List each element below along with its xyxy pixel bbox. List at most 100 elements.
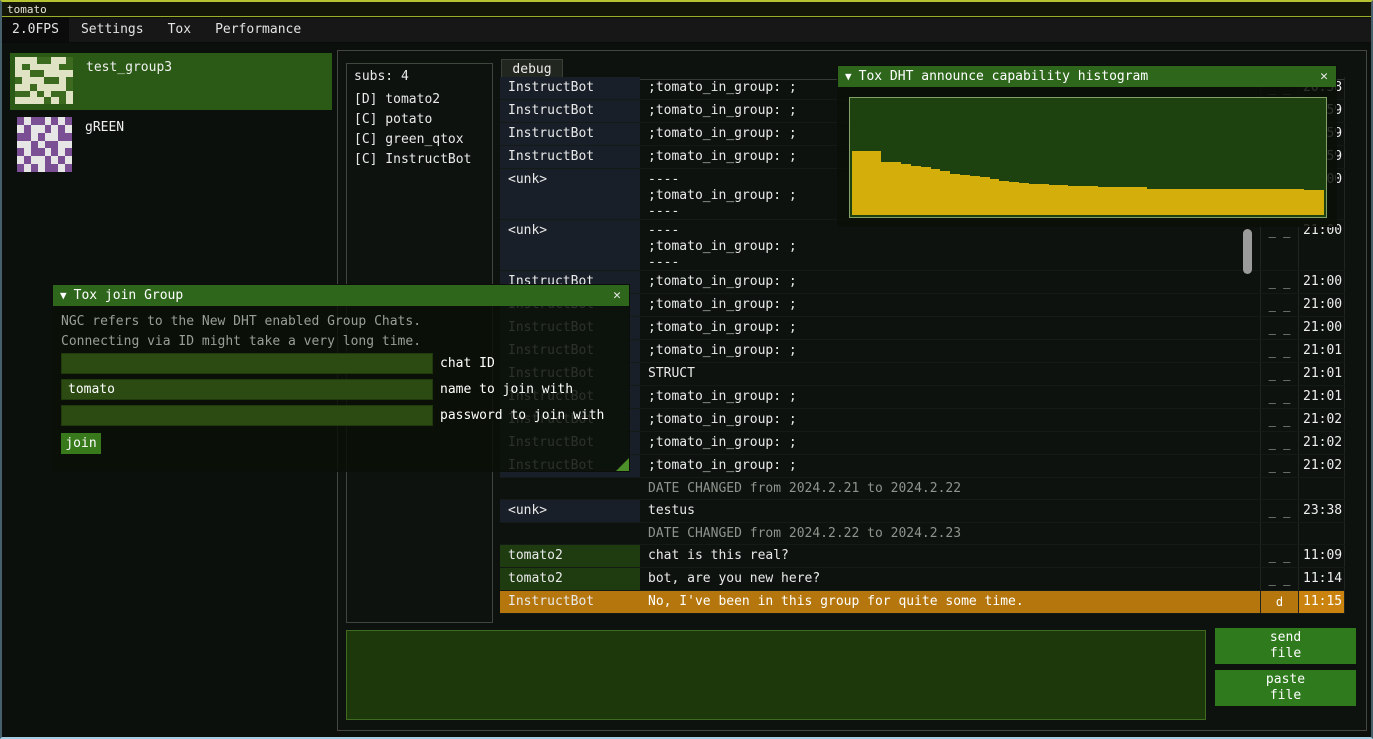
chat-message-row[interactable]: <unk>---- ;tomato_in_group: ; ----_ _21:…: [500, 220, 1345, 271]
histogram-bar: [1186, 189, 1196, 215]
subs-list-item[interactable]: [C] potato: [347, 110, 492, 130]
date-separator-row[interactable]: DATE CHANGED from 2024.2.21 to 2024.2.22: [500, 478, 1345, 500]
message-time: 21:00: [1298, 317, 1345, 339]
message-time: 23:38: [1298, 500, 1345, 522]
message-text: ;tomato_in_group: ;: [640, 340, 1260, 362]
message-status: _ _: [1260, 545, 1298, 567]
message-status: _ _: [1260, 340, 1298, 362]
join-button[interactable]: join: [61, 433, 101, 454]
message-author: [500, 478, 640, 499]
histogram-bar: [901, 164, 911, 215]
histogram-bar: [862, 151, 872, 215]
message-author: <unk>: [500, 220, 640, 270]
group-item-green[interactable]: gREEN: [10, 113, 332, 175]
histogram-bar: [1216, 189, 1226, 215]
message-author: InstructBot: [500, 77, 640, 99]
menu-item-performance[interactable]: Performance: [203, 18, 313, 42]
histogram-bar: [1255, 189, 1265, 215]
message-time: [1298, 523, 1345, 544]
menu-item-settings[interactable]: Settings: [69, 18, 156, 42]
join-password-label: password to join with: [440, 405, 604, 426]
message-text: ;tomato_in_group: ;: [640, 271, 1260, 293]
message-status: _ _: [1260, 409, 1298, 431]
histogram-bar: [921, 167, 931, 215]
message-status: [1260, 523, 1298, 544]
message-text: STRUCT: [640, 363, 1260, 385]
date-separator-row[interactable]: DATE CHANGED from 2024.2.22 to 2024.2.23: [500, 523, 1345, 545]
message-status: _ _: [1260, 317, 1298, 339]
window-title: tomato: [7, 3, 47, 16]
message-status: _ _: [1260, 220, 1298, 270]
message-input[interactable]: [346, 630, 1206, 720]
message-text: ;tomato_in_group: ;: [640, 317, 1260, 339]
message-author: InstructBot: [500, 100, 640, 122]
message-text: testus: [640, 500, 1260, 522]
close-icon[interactable]: ✕: [1320, 66, 1328, 87]
message-time: 21:02: [1298, 409, 1345, 431]
chat-message-row[interactable]: tomato2chat is this real?_ _11:09: [500, 545, 1345, 568]
message-time: 11:14: [1298, 568, 1345, 590]
histogram-bar: [980, 177, 990, 215]
message-time: 21:02: [1298, 432, 1345, 454]
histogram-bar: [950, 174, 960, 215]
group-avatar: [15, 57, 73, 104]
message-time: 11:09: [1298, 545, 1345, 567]
chat-id-input[interactable]: [61, 353, 433, 374]
join-name-input[interactable]: [61, 379, 433, 400]
message-author: InstructBot: [500, 591, 640, 613]
message-text: ;tomato_in_group: ;: [640, 386, 1260, 408]
histogram-bar: [1019, 183, 1029, 215]
chat-message-row[interactable]: InstructBotNo, I've been in this group f…: [500, 591, 1345, 614]
chat-message-row[interactable]: tomato2bot, are you new here?_ _11:14: [500, 568, 1345, 591]
resize-grip[interactable]: [616, 458, 629, 471]
message-text: ---- ;tomato_in_group: ; ----: [640, 220, 1260, 270]
join-name-label: name to join with: [440, 379, 573, 400]
dht-histogram-window: ▼Tox DHT announce capability histogram ✕: [837, 65, 1337, 227]
message-status: _ _: [1260, 455, 1298, 477]
subs-list-item[interactable]: [C] green_qtox: [347, 130, 492, 150]
histogram-bar: [1078, 186, 1088, 215]
histogram-bar: [911, 166, 921, 215]
message-text: ;tomato_in_group: ;: [640, 432, 1260, 454]
collapse-arrow-icon[interactable]: ▼: [845, 70, 852, 83]
message-time: [1298, 478, 1345, 499]
message-time: 11:15: [1298, 591, 1345, 613]
close-icon[interactable]: ✕: [613, 285, 621, 306]
menu-item-tox[interactable]: Tox: [156, 18, 203, 42]
group-item-test_group3[interactable]: test_group3: [10, 53, 332, 110]
join-window-title: Tox join Group: [74, 288, 184, 303]
histogram-bar: [1206, 189, 1216, 215]
message-text: bot, are you new here?: [640, 568, 1260, 590]
subs-list-item[interactable]: [C] InstructBot: [347, 150, 492, 170]
subs-header: subs: 4: [347, 64, 492, 90]
collapse-arrow-icon[interactable]: ▼: [60, 289, 67, 302]
paste-file-button[interactable]: paste file: [1215, 670, 1356, 706]
histogram-bar: [940, 171, 950, 215]
subs-list-item[interactable]: [D] tomato2: [347, 90, 492, 110]
message-time: 21:00: [1298, 294, 1345, 316]
histogram-bar: [1157, 189, 1167, 215]
histogram-window-titlebar[interactable]: ▼Tox DHT announce capability histogram ✕: [838, 66, 1336, 87]
message-author: tomato2: [500, 568, 640, 590]
histogram-bar: [1049, 185, 1059, 215]
histogram-bar: [1098, 187, 1108, 215]
histogram-bar: [1117, 187, 1127, 215]
histogram-bar: [931, 169, 941, 215]
join-window-titlebar[interactable]: ▼ Tox join Group ✕: [53, 285, 629, 306]
send-file-button[interactable]: send file: [1215, 628, 1356, 664]
tab-debug-label: debug: [512, 62, 551, 77]
message-time: 21:01: [1298, 386, 1345, 408]
histogram-bar: [1167, 189, 1177, 215]
histogram-bar: [1029, 184, 1039, 215]
histogram-bar: [1275, 189, 1285, 215]
chat-message-row[interactable]: <unk>testus_ _23:38: [500, 500, 1345, 523]
histogram-bar: [1068, 186, 1078, 215]
window-titlebar[interactable]: tomato: [2, 2, 1371, 17]
fps-counter: 2.0FPS: [2, 18, 69, 42]
histogram-bar: [970, 176, 980, 215]
message-status: _ _: [1260, 363, 1298, 385]
histogram-bar: [1314, 190, 1324, 215]
chat-scrollbar[interactable]: [1243, 229, 1252, 274]
join-password-input[interactable]: [61, 405, 433, 426]
message-author: InstructBot: [500, 123, 640, 145]
